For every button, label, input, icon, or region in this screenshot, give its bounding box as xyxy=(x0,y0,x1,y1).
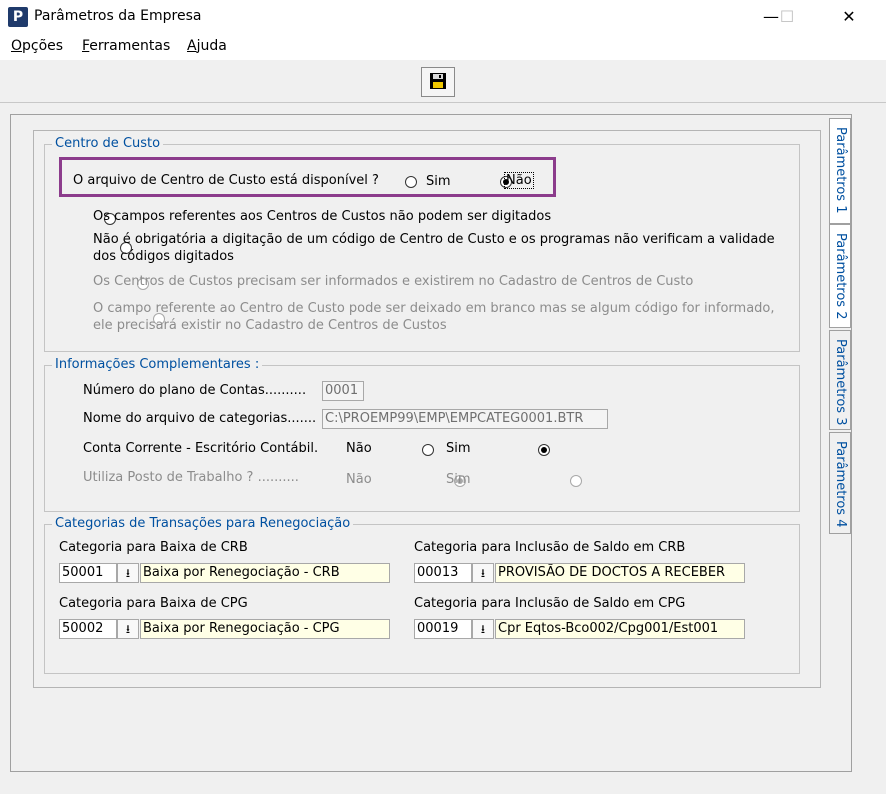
menu-opcoes[interactable]: Opções xyxy=(11,38,63,54)
plano-contas-field[interactable]: 0001 xyxy=(322,381,364,401)
radio-nao-label: Não xyxy=(504,172,534,189)
inclusao-crb-label: Categoria para Inclusão de Saldo em CRB xyxy=(414,540,686,555)
tab-parametros-1[interactable]: Parâmetros 1 xyxy=(829,118,851,224)
baixa-cpg-desc: Baixa por Renegociação - CPG xyxy=(140,619,390,639)
info-title: Informações Complementares : xyxy=(52,357,263,372)
arquivo-categorias-label: Nome do arquivo de categorias....... xyxy=(83,411,317,426)
inclusao-crb-lookup-button[interactable]: ⭳ xyxy=(472,563,494,583)
menu-ferramentas[interactable]: Ferramentas xyxy=(82,38,170,54)
menu-ajuda[interactable]: Ajuda xyxy=(187,38,227,54)
radio-sim[interactable] xyxy=(405,175,417,188)
conta-corrente-sim-label: Sim xyxy=(446,441,471,456)
tab-parametros-3[interactable]: Parâmetros 3 xyxy=(829,330,851,430)
opt4-label-line2: ele precisará existir no Cadastro de Cen… xyxy=(93,318,447,333)
posto-trabalho-sim-radio[interactable] xyxy=(570,474,583,487)
posto-trabalho-label: Utiliza Posto de Trabalho ? .......... xyxy=(83,470,299,485)
floppy-disk-icon xyxy=(430,73,446,89)
baixa-cpg-label: Categoria para Baixa de CPG xyxy=(59,596,248,611)
tab-parametros-4[interactable]: Parâmetros 4 xyxy=(829,432,851,534)
centro-custo-question: O arquivo de Centro de Custo está dispon… xyxy=(73,173,379,188)
conta-corrente-nao-label: Não xyxy=(346,441,372,456)
inclusao-cpg-desc: Cpr Eqtos-Bco002/Cpg001/Est001 xyxy=(495,619,745,639)
baixa-cpg-lookup-button[interactable]: ⭳ xyxy=(117,619,139,639)
baixa-crb-lookup-button[interactable]: ⭳ xyxy=(117,563,139,583)
opt3-label: Os Centros de Custos precisam ser inform… xyxy=(93,274,694,289)
radio-sim-label: Sim xyxy=(426,174,451,189)
baixa-crb-code[interactable]: 50001 xyxy=(59,563,117,583)
posto-trabalho-sim-label: Sim xyxy=(446,472,471,487)
baixa-crb-desc: Baixa por Renegociação - CRB xyxy=(140,563,390,583)
centro-custo-title: Centro de Custo xyxy=(52,136,164,151)
inclusao-crb-code[interactable]: 00013 xyxy=(414,563,472,583)
save-button[interactable] xyxy=(421,67,455,97)
inclusao-cpg-lookup-button[interactable]: ⭳ xyxy=(472,619,494,639)
opt2-label-line1: Não é obrigatória a digitação de um códi… xyxy=(93,232,775,247)
plano-contas-label: Número do plano de Contas.......... xyxy=(83,383,307,398)
conta-corrente-nao-radio[interactable] xyxy=(421,443,434,456)
opt4-label-line1: O campo referente ao Centro de Custo pod… xyxy=(93,301,775,316)
inclusao-cpg-code[interactable]: 00019 xyxy=(414,619,472,639)
app-icon: P xyxy=(8,7,28,27)
categorias-title: Categorias de Transações para Renegociaç… xyxy=(52,516,354,531)
conta-corrente-label: Conta Corrente - Escritório Contábil. xyxy=(83,441,319,456)
inclusao-cpg-label: Categoria para Inclusão de Saldo em CPG xyxy=(414,596,686,611)
download-arrow-icon: ⭳ xyxy=(125,622,131,636)
baixa-crb-label: Categoria para Baixa de CRB xyxy=(59,540,248,555)
inclusao-crb-desc: PROVISÃO DE DOCTOS A RECEBER xyxy=(495,563,745,583)
download-arrow-icon: ⭳ xyxy=(480,566,486,580)
baixa-cpg-code[interactable]: 50002 xyxy=(59,619,117,639)
conta-corrente-sim-radio[interactable] xyxy=(537,443,550,456)
close-button[interactable]: ✕ xyxy=(826,4,872,30)
opt1-label: Os campos referentes aos Centros de Cust… xyxy=(93,209,552,224)
opt2-label-line2: dos códigos digitados xyxy=(93,249,234,264)
download-arrow-icon: ⭳ xyxy=(480,622,486,636)
maximize-button[interactable]: ☐ xyxy=(764,4,810,30)
arquivo-categorias-field[interactable]: C:\PROEMP99\EMP\EMPCATEG0001.BTR xyxy=(322,409,608,429)
tab-parametros-2[interactable]: Parâmetros 2 xyxy=(829,224,851,328)
download-arrow-icon: ⭳ xyxy=(125,566,131,580)
posto-trabalho-nao-label: Não xyxy=(346,472,372,487)
window-title: Parâmetros da Empresa xyxy=(34,8,202,24)
